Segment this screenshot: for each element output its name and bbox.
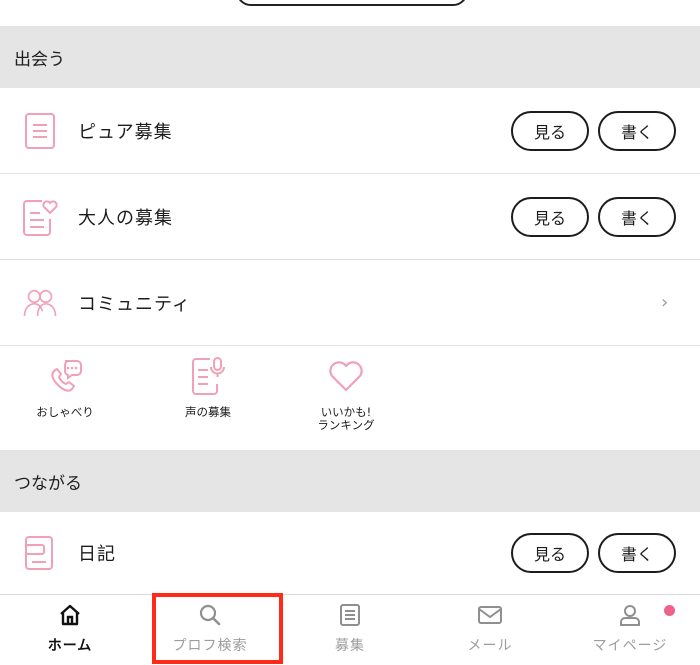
write-button[interactable]: 書く <box>598 196 676 237</box>
shortcut-voice-recruit[interactable]: 声の募集 <box>158 356 258 419</box>
document-icon <box>22 111 58 151</box>
row-community[interactable]: コミュニティ › <box>0 260 700 346</box>
phone-chat-icon <box>45 356 85 396</box>
shortcut-label: 声の募集 <box>185 405 231 419</box>
chevron-right-icon: › <box>661 292 669 313</box>
nav-home[interactable]: ホーム <box>0 601 140 661</box>
write-button[interactable]: 書く <box>598 110 676 151</box>
nav-profile-search[interactable]: プロフ検索 <box>140 601 280 661</box>
view-button[interactable]: 見る <box>511 110 589 151</box>
people-icon <box>22 283 58 323</box>
row-adult-recruit[interactable]: 大人の募集 見る 書く <box>0 174 700 260</box>
notification-dot <box>664 605 675 616</box>
nav-label: 募集 <box>335 638 365 654</box>
shortcut-chat[interactable]: おしゃべり <box>15 356 115 419</box>
row-pure-recruit[interactable]: ピュア募集 見る 書く <box>0 88 700 174</box>
top-strip <box>0 0 700 26</box>
top-button-partial[interactable] <box>236 0 468 6</box>
row-diary[interactable]: 日記 見る 書く <box>0 512 700 594</box>
mail-icon <box>476 601 504 629</box>
person-icon <box>616 601 644 629</box>
nav-label: メール <box>467 638 513 654</box>
shortcut-grid: おしゃべり 声の募集 いいかも! ランキング <box>0 346 700 450</box>
document-heart-icon <box>22 197 58 237</box>
section-header-meet: 出会う <box>0 26 700 88</box>
view-button[interactable]: 見る <box>511 533 589 573</box>
heart-icon <box>326 356 366 396</box>
row-label: 日記 <box>78 544 116 565</box>
home-icon <box>56 601 84 629</box>
view-button[interactable]: 見る <box>511 196 589 237</box>
shortcut-ranking[interactable]: いいかも! ランキング <box>296 356 396 432</box>
list-icon <box>336 601 364 629</box>
section-title: 出会う <box>14 49 65 70</box>
nav-recruit[interactable]: 募集 <box>280 601 420 661</box>
nav-label: マイページ <box>592 638 668 654</box>
bottom-nav: ホーム プロフ検索 募集 メール マイページ <box>0 594 700 665</box>
shortcut-label: おしゃべり <box>36 405 94 419</box>
row-label: 大人の募集 <box>78 207 173 229</box>
nav-label: プロフ検索 <box>172 638 248 654</box>
row-label: コミュニティ <box>78 293 191 315</box>
nav-mail[interactable]: メール <box>420 601 560 661</box>
section-header-connect: つながる <box>0 450 700 512</box>
shortcut-label: いいかも! ランキング <box>317 405 375 432</box>
section-title: つながる <box>14 473 82 494</box>
row-label: ピュア募集 <box>78 121 173 143</box>
diary-icon <box>22 533 58 573</box>
nav-label: ホーム <box>47 638 93 654</box>
voice-post-icon <box>188 356 228 396</box>
nav-mypage[interactable]: マイページ <box>560 601 700 661</box>
write-button[interactable]: 書く <box>598 533 676 573</box>
search-icon <box>196 601 224 629</box>
